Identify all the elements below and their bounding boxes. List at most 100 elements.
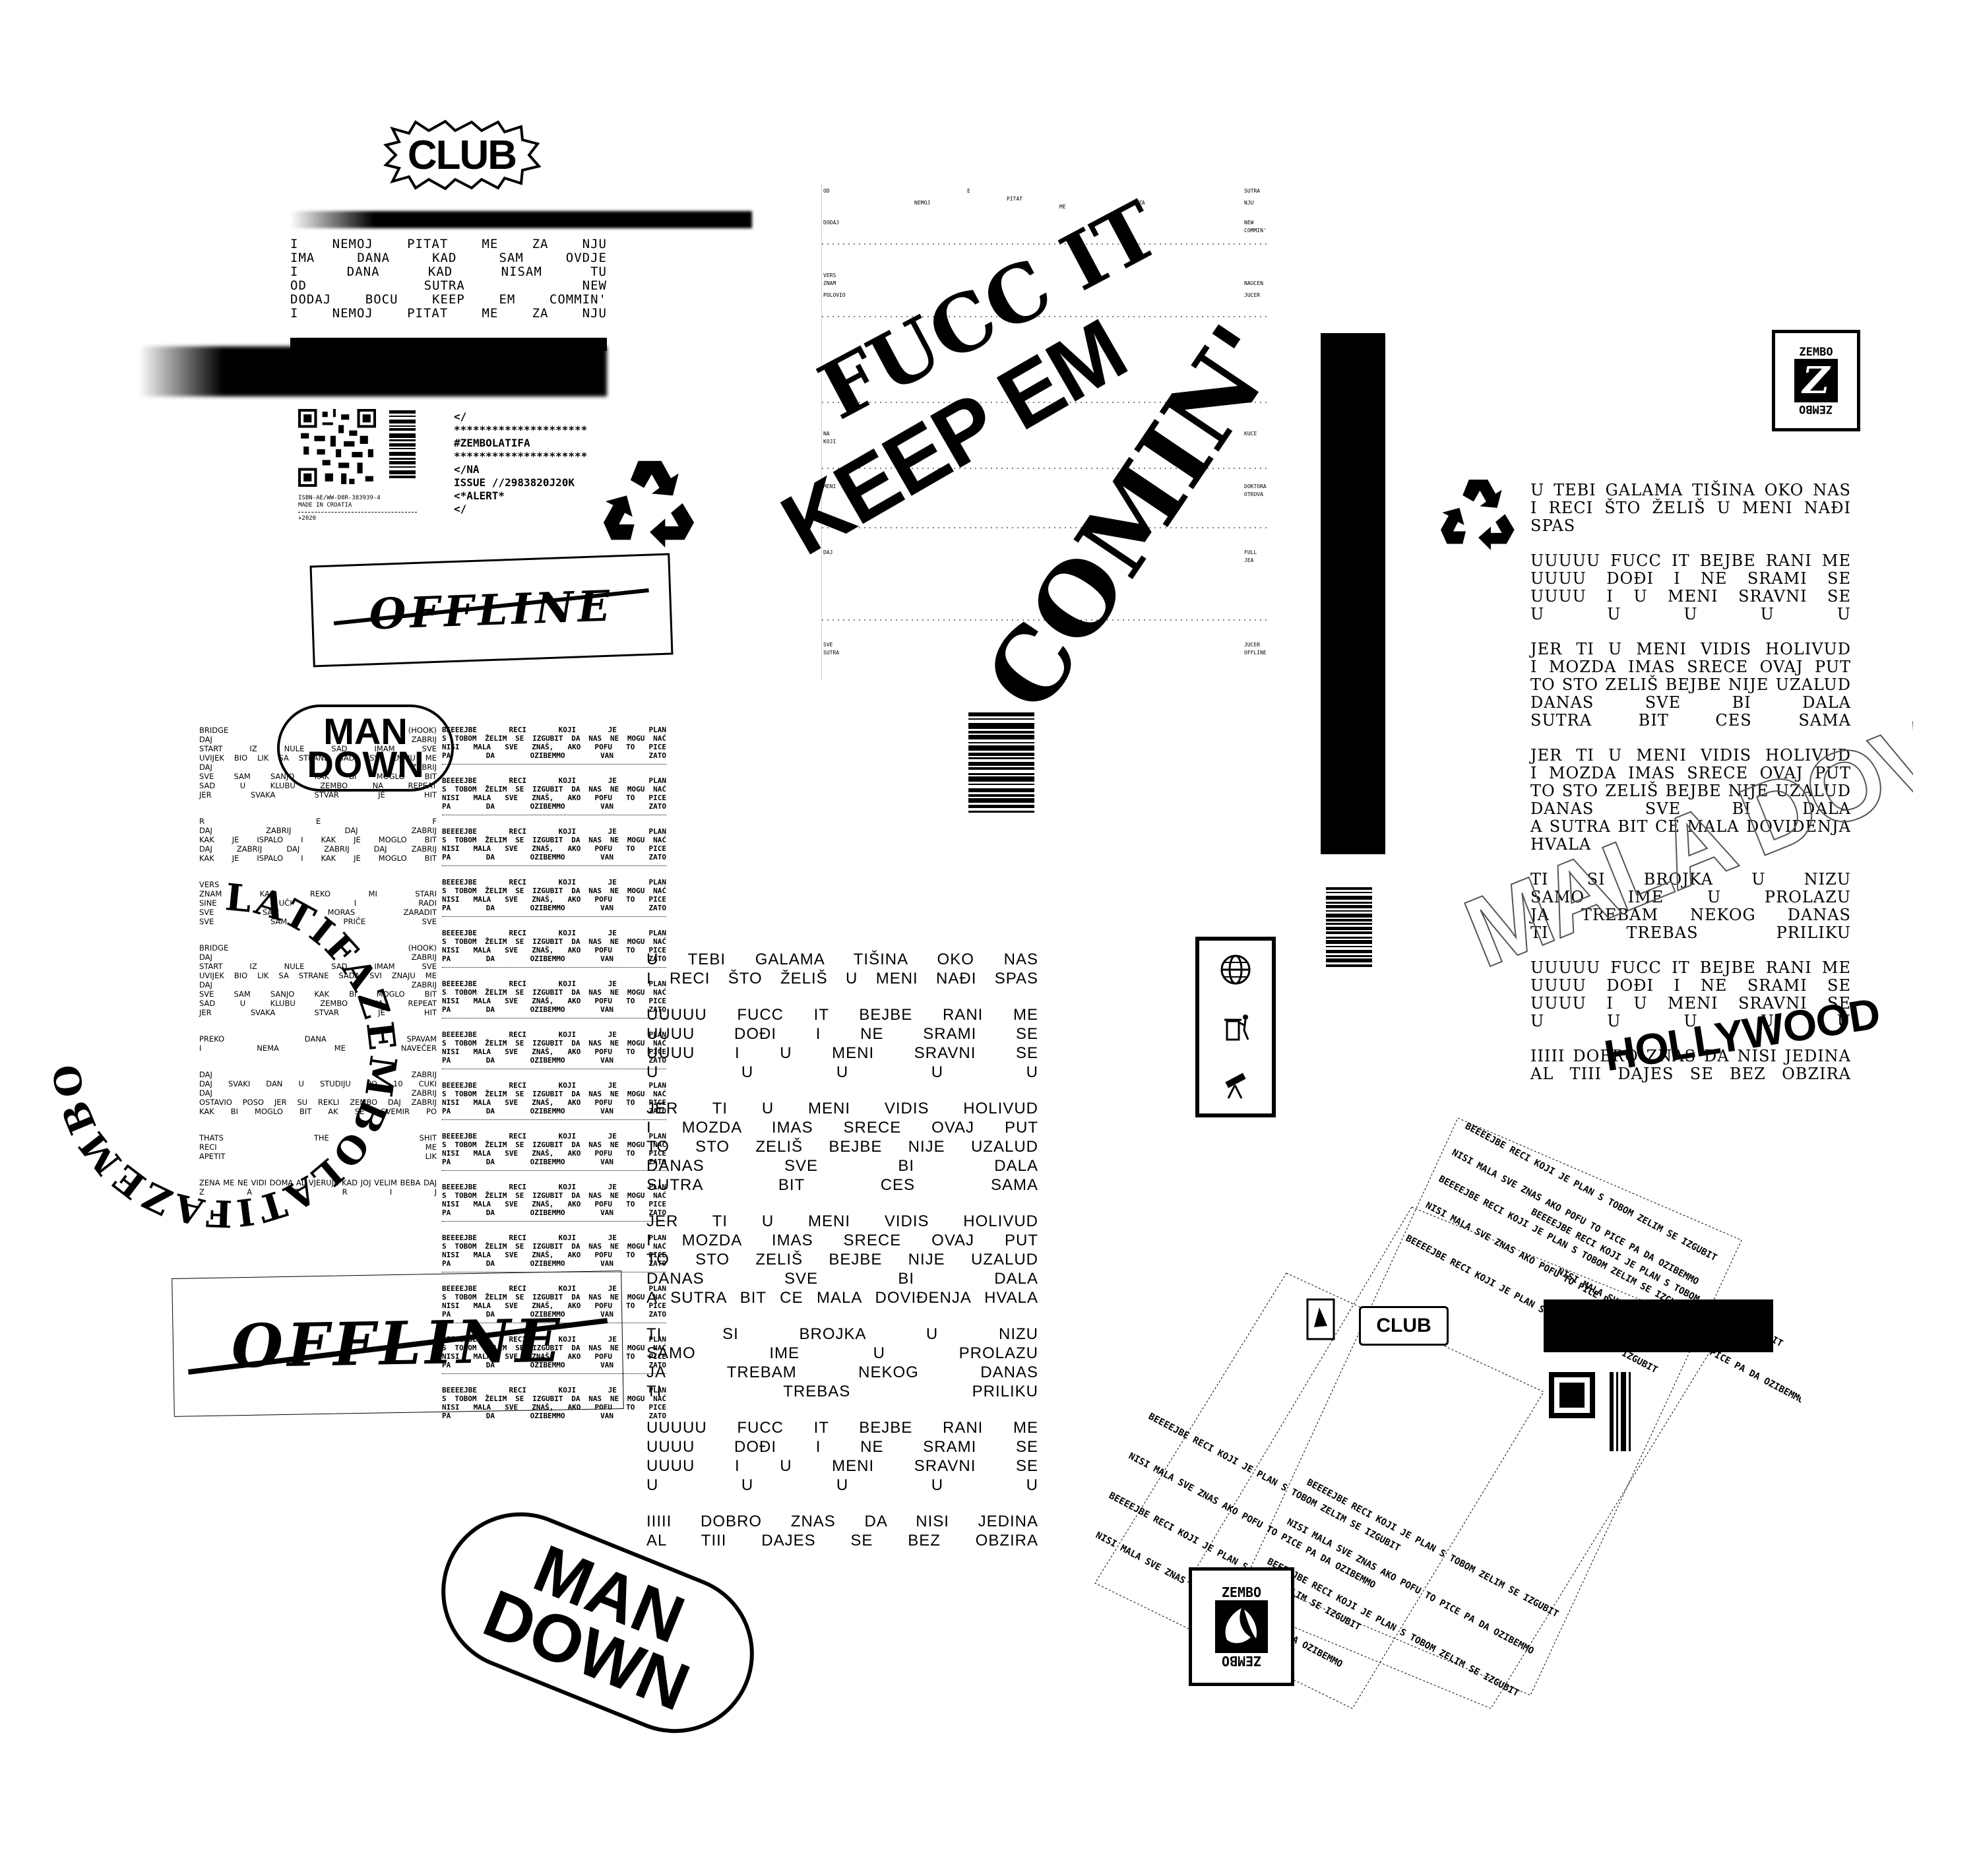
lyric-line: UUUUU FUCC IT BEJBE RANI ME bbox=[646, 1419, 1038, 1437]
zembo-logo-top: ZEMBO bbox=[1799, 346, 1833, 359]
isbn-line: +2020 bbox=[298, 515, 317, 522]
lyric-gap bbox=[646, 1195, 1038, 1212]
svg-text:OD: OD bbox=[823, 188, 830, 194]
grid-line: NISI MALA SVE ZNAŠ, AKO POFU TO PICE bbox=[442, 1149, 666, 1158]
grid-line: BEEEEJBE RECI KOJI JE PLAN bbox=[442, 726, 666, 734]
grid-line: PA DA OZIBEMMO VAN ZATO bbox=[442, 1412, 666, 1418]
svg-text:ZNAM: ZNAM bbox=[823, 280, 836, 286]
grid-line: NISI MALA SVE ZNAŠ, AKO POFU TO PICE bbox=[442, 1098, 666, 1107]
recycle-icon-right bbox=[1441, 480, 1515, 550]
svg-text:JUCER: JUCER bbox=[1244, 292, 1260, 298]
lyric-line: UUUUU FUCC IT BEJBE RANI ME bbox=[1530, 551, 1851, 570]
lyric-line: DAJ ZABRIJ DAJ ZABRIJ DAJ ZABRIJ bbox=[199, 844, 437, 854]
grid-line: BEEEEJBE RECI KOJI JE PLAN bbox=[442, 1081, 666, 1090]
grid-line: NISI MALA SVE ZNAŠ, AKO POFU TO PICE bbox=[442, 1251, 666, 1259]
grid-line: S TOBOM ŽELIM SE IZGUBIT DA NAS NE MOGU … bbox=[442, 1039, 666, 1047]
svg-text:OFFLINE: OFFLINE bbox=[1244, 650, 1267, 656]
club-label: CLUB bbox=[407, 132, 517, 178]
grid-line: BEEEEJBE RECI KOJI JE PLAN bbox=[442, 980, 666, 988]
svg-text:NA: NA bbox=[823, 431, 830, 437]
lyric-line: TI SI BROJKA U NIZU bbox=[646, 1325, 1038, 1343]
grid-line: NISI MALA SVE ZNAŠ, AKO POFU TO PICE bbox=[442, 946, 666, 954]
grid-line: NISI MALA SVE ZNAŠ, AKO POFU TO PICE bbox=[442, 844, 666, 853]
ring-text-path: LATIFAZEMBOLATIFAZEMBO bbox=[44, 875, 402, 1235]
lyric-line: UUUUU FUCC IT BEJBE RANI ME bbox=[646, 1006, 1038, 1024]
lyric-line: A SUTRA BIT CE MALA DOVIĐENJA HVALA bbox=[646, 1289, 1038, 1307]
lyric-line: SAD U KLUBU ZEMBO NA REPEAT bbox=[199, 781, 437, 790]
lyric-line: UUUU I U MENI SRAVNI SE bbox=[646, 1044, 1038, 1062]
svg-text:VERS: VERS bbox=[823, 272, 836, 278]
grid-line: NISI MALA SVE ZNAŠ, AKO POFU TO PICE bbox=[442, 743, 666, 751]
svg-text:POLOVIO: POLOVIO bbox=[823, 292, 846, 298]
grid-row-group: BEEEEJBE RECI KOJI JE PLAN S TOBOM ŽELIM … bbox=[442, 1030, 666, 1069]
svg-text:OTROVA: OTROVA bbox=[1244, 491, 1263, 497]
grid-line: NISI MALA SVE ZNAŠ, AKO POFU TO PICE bbox=[442, 794, 666, 802]
grid-line: NISI MALA SVE ZNAŠ, AKO POFU TO PICE bbox=[442, 895, 666, 904]
code-line: </NA bbox=[454, 463, 480, 476]
grid-line: BEEEEJBE RECI KOJI JE PLAN bbox=[442, 776, 666, 785]
grid-line: BEEEEJBE RECI KOJI JE PLAN bbox=[442, 827, 666, 836]
lyric-gap bbox=[646, 1082, 1038, 1099]
svg-text:SUTRA: SUTRA bbox=[823, 650, 839, 656]
lyric-line: UVIJEK BIO LIK SA STRANE SADA SVI ZNAJU … bbox=[199, 753, 437, 763]
svg-text:DOKTORA: DOKTORA bbox=[1244, 484, 1267, 489]
svg-text:PITAT: PITAT bbox=[1007, 196, 1022, 202]
lyric-line: I RECI ŠTO ŽELIŠ U MENI NAĐI SPAS bbox=[646, 970, 1038, 987]
club-label-small: CLUB bbox=[1376, 1315, 1431, 1336]
zembo-logo: ZEMBO Z ZEMBO bbox=[1772, 330, 1860, 431]
lyric-gap bbox=[646, 1495, 1038, 1512]
lyric-line: U TEBI GALAMA TIŠINA OKO NAS bbox=[1530, 481, 1851, 499]
lyric-line: U U U U U bbox=[646, 1476, 1038, 1494]
grid-line: BEEEEJBE RECI KOJI JE PLAN bbox=[442, 1183, 666, 1191]
grid-line: S TOBOM ŽELIM SE IZGUBIT DA NAS NE MOGU … bbox=[442, 836, 666, 844]
grid-line: NISI MALA SVE ZNAŠ, AKO POFU TO PICE bbox=[442, 1200, 666, 1208]
lyrics-center: U TEBI GALAMA TIŠINA OKO NAS I RECI ŠTO Ž… bbox=[646, 950, 1038, 1550]
grid-row-group: BEEEEJBE RECI KOJI JE PLAN S TOBOM ŽELIM … bbox=[442, 1183, 666, 1222]
isbn-line: MADE IN CROATIA bbox=[298, 502, 352, 509]
isbn-block: ISBN-AE/WW-D8R-383939-4 MADE IN CROATIA … bbox=[298, 495, 417, 522]
mala-dovidenja-outline: MALA DOVIDENJA HVALA bbox=[1450, 580, 1913, 989]
svg-text:JEA: JEA bbox=[1244, 557, 1254, 563]
svg-text:NJU: NJU bbox=[1244, 200, 1254, 206]
grid-line: S TOBOM ŽELIM SE IZGUBIT DA NAS NE MOGU … bbox=[442, 1191, 666, 1200]
svg-text:FULL: FULL bbox=[1244, 549, 1257, 555]
svg-text:DODAJ: DODAJ bbox=[823, 220, 839, 226]
black-bar-vertical bbox=[1321, 333, 1385, 854]
svg-text:BEEEEJBE RECI KOJI JE PLAN S T: BEEEEJBE RECI KOJI JE PLAN S TOBOM ZELIM… bbox=[1437, 1173, 1692, 1316]
svg-text:ME: ME bbox=[1059, 204, 1066, 210]
svg-text:COMMIN': COMMIN' bbox=[1244, 228, 1267, 234]
grid-line: S TOBOM ŽELIM SE IZGUBIT DA NAS NE MOGU … bbox=[442, 887, 666, 895]
grid-line: PA DA OZIBEMMO VAN ZATO bbox=[442, 954, 666, 963]
lyric-line: OD SUTRA NEW bbox=[290, 278, 607, 293]
grid-line: S TOBOM ŽELIM SE IZGUBIT DA NAS NE MOGU … bbox=[442, 1090, 666, 1098]
lyric-gap bbox=[646, 988, 1038, 1005]
isometric-scan-stack: BEEEEJBE RECI KOJI JE PLAN S TOBOM ZELIM… bbox=[1069, 1115, 1806, 1722]
svg-text:SVE: SVE bbox=[823, 642, 833, 648]
offline-card-lower: OFFLINE bbox=[172, 1270, 624, 1417]
banana-logo-top: ZEMBO bbox=[1221, 1584, 1262, 1600]
lyric-line: DODAJ BOCU KEEP EM COMMIN' bbox=[290, 292, 607, 307]
lyric-line: I MOZDA IMAS SRECE OVAJ PUT bbox=[646, 1232, 1038, 1249]
grid-line: PA DA OZIBEMMO VAN ZATO bbox=[442, 1005, 666, 1014]
lyric-line: DAJ ZABRIJ bbox=[199, 735, 437, 744]
mala-dovidenja-text: MALA DOVIDENJA HVALA bbox=[1451, 580, 1913, 988]
svg-text:SUTRA: SUTRA bbox=[1244, 188, 1260, 194]
isbn-line: ISBN-AE/WW-D8R-383939-4 bbox=[298, 495, 381, 501]
grid-row-group: BEEEEJBE RECI KOJI JE PLAN S TOBOM ŽELIM … bbox=[442, 827, 666, 866]
scan-stack-texture: BEEEEJBE RECI KOJI JE PLAN S TOBOM ZELIM… bbox=[1094, 1117, 1806, 1709]
club-sticker: CLUB bbox=[383, 119, 541, 191]
code-line: </ bbox=[454, 503, 467, 515]
barcode-center: (function(){ var hs=[6,3,2,5,9,3,4,2,7,4… bbox=[968, 712, 1034, 864]
grid-line: BEEEEJBE RECI KOJI JE PLAN bbox=[442, 1030, 666, 1039]
lyric-line: BRIDGE (HOOK) bbox=[199, 726, 437, 735]
lyric-line: SAMO IME U PROLAZU bbox=[646, 1344, 1038, 1362]
code-line: #ZEMBOLATIFA bbox=[454, 437, 530, 449]
offline-card: OFFLINE bbox=[309, 553, 674, 668]
grid-row-group: BEEEEJBE RECI KOJI JE PLAN S TOBOM ŽELIM … bbox=[442, 878, 666, 917]
grid-line: S TOBOM ŽELIM SE IZGUBIT DA NAS NE MOGU … bbox=[442, 1242, 666, 1251]
grid-row-group: BEEEEJBE RECI KOJI JE PLAN S TOBOM ŽELIM … bbox=[442, 776, 666, 815]
banana-icon bbox=[1215, 1600, 1268, 1653]
grid-line: BEEEEJBE RECI KOJI JE PLAN bbox=[442, 878, 666, 887]
lyric-line: AL TIII DAJES SE BEZ OBZIRA bbox=[1530, 1065, 1851, 1083]
lyric-line: TO STO ZELIŠ BEJBE NIJE UZALUD bbox=[646, 1138, 1038, 1156]
